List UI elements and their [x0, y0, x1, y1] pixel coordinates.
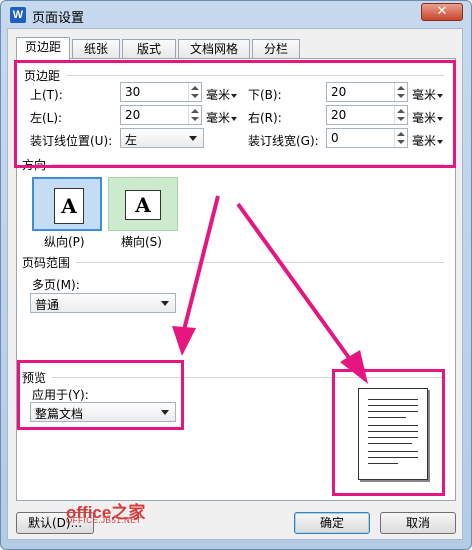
page-preview-thumbnail	[358, 388, 428, 480]
orientation-divider	[52, 164, 444, 165]
page-range-divider	[76, 262, 444, 263]
tab-columns[interactable]: 分栏	[252, 39, 300, 59]
top-margin-spinner[interactable]: 30	[120, 82, 202, 102]
right-margin-label: 右(R):	[248, 111, 282, 125]
margins-divider	[66, 75, 444, 76]
apply-to-value: 整篇文档	[35, 407, 84, 421]
office-watermark: office之家 OFFICE.JB51.NET	[66, 498, 145, 525]
caret-down-icon	[437, 93, 444, 98]
spinner-arrows-icon[interactable]	[188, 83, 201, 101]
landscape-label[interactable]: 横向(S)	[121, 233, 162, 250]
bottom-margin-label: 下(B):	[248, 88, 282, 102]
left-margin-unit[interactable]: 毫米	[206, 109, 238, 126]
gutter-width-value[interactable]: 0	[331, 131, 339, 145]
tab-layout[interactable]: 版式	[122, 39, 176, 59]
bottom-margin-unit[interactable]: 毫米	[412, 86, 444, 103]
preview-section-title: 预览	[22, 369, 51, 386]
wps-writer-icon: W	[10, 7, 26, 23]
top-margin-label: 上(T):	[30, 88, 63, 102]
dropdown-arrow-icon	[189, 136, 197, 141]
multiple-pages-select[interactable]: 普通	[30, 293, 176, 313]
left-margin-value[interactable]: 20	[125, 108, 140, 122]
gutter-position-value: 左	[125, 133, 138, 147]
portrait-page-icon: A	[54, 188, 84, 224]
caret-down-icon	[231, 116, 238, 121]
landscape-page-icon: A	[125, 190, 161, 220]
portrait-label[interactable]: 纵向(P)	[44, 233, 85, 250]
caret-down-icon	[437, 116, 444, 121]
gutter-width-spinner[interactable]: 0	[326, 128, 408, 148]
page-range-section-title: 页码范围	[22, 254, 75, 271]
gutter-position-label: 装订线位置(U):	[30, 134, 113, 148]
right-margin-spinner[interactable]: 20	[326, 105, 408, 125]
apply-to-select[interactable]: 整篇文档	[30, 402, 176, 422]
tab-document-grid[interactable]: 文档网格	[178, 39, 250, 59]
gutter-position-select[interactable]: 左	[120, 128, 204, 148]
apply-to-label: 应用于(Y):	[32, 388, 89, 402]
margins-section-title: 页边距	[24, 67, 65, 84]
top-margin-unit[interactable]: 毫米	[206, 86, 238, 103]
gutter-width-label: 装订线宽(G):	[248, 134, 319, 148]
spinner-arrows-icon[interactable]	[394, 129, 407, 147]
dialog-title: 页面设置	[32, 11, 85, 26]
bottom-margin-value[interactable]: 20	[331, 85, 346, 99]
spinner-arrows-icon[interactable]	[394, 106, 407, 124]
left-margin-spinner[interactable]: 20	[120, 105, 202, 125]
multiple-pages-value: 普通	[35, 298, 60, 312]
dropdown-arrow-icon	[161, 301, 169, 306]
multiple-pages-label: 多页(M):	[32, 278, 80, 292]
close-button[interactable]: ✕	[421, 3, 463, 21]
gutter-width-unit[interactable]: 毫米	[412, 132, 444, 149]
spinner-arrows-icon[interactable]	[394, 83, 407, 101]
ok-button[interactable]: 确定	[294, 512, 370, 534]
watermark-sub-text: OFFICE.JB51.NET	[66, 516, 142, 525]
title-bar[interactable]: W 页面设置 ✕	[1, 1, 471, 29]
preview-divider	[52, 377, 444, 378]
tab-margins[interactable]: 页边距	[16, 37, 70, 60]
right-margin-value[interactable]: 20	[331, 108, 346, 122]
tab-paper[interactable]: 纸张	[72, 39, 120, 59]
portrait-option[interactable]: A	[32, 177, 102, 231]
bottom-margin-spinner[interactable]: 20	[326, 82, 408, 102]
dropdown-arrow-icon	[161, 410, 169, 415]
orientation-section-title: 方向	[22, 156, 51, 173]
cancel-button[interactable]: 取消	[380, 512, 456, 534]
spinner-arrows-icon[interactable]	[188, 106, 201, 124]
landscape-option[interactable]: A	[108, 177, 178, 231]
left-margin-label: 左(L):	[30, 111, 63, 125]
caret-down-icon	[437, 139, 444, 144]
top-margin-value[interactable]: 30	[125, 85, 140, 99]
caret-down-icon	[231, 93, 238, 98]
right-margin-unit[interactable]: 毫米	[412, 109, 444, 126]
